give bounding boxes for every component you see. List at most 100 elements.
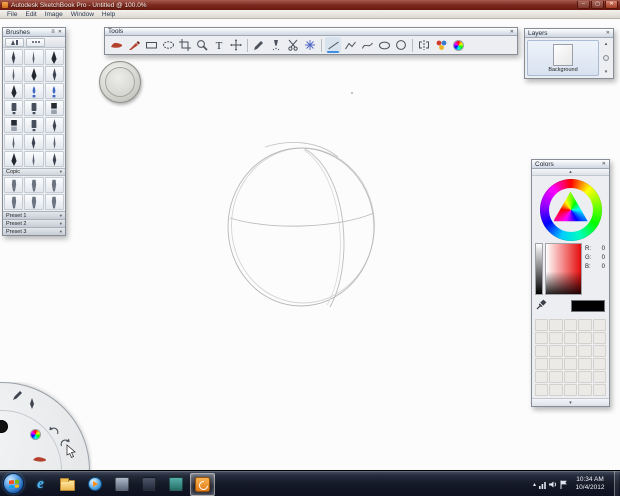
color-swatch[interactable] (592, 319, 606, 331)
color-wheel-tool[interactable] (450, 37, 466, 53)
crop-tool[interactable] (177, 37, 193, 53)
corner-red-stroke-icon[interactable] (32, 455, 48, 463)
polyline-tool[interactable] (342, 37, 358, 53)
brush-chip-icon[interactable] (44, 100, 64, 116)
panel-close-icon[interactable]: ✕ (510, 28, 514, 36)
menu-file[interactable]: File (3, 10, 21, 19)
preset-header-2[interactable]: Preset 2 ▾ (3, 219, 65, 227)
brush-pencil-icon[interactable] (44, 134, 64, 150)
ellipse-tool[interactable] (376, 37, 392, 53)
airbrush-tool[interactable] (268, 37, 284, 53)
brush-stamp-icon[interactable] (24, 117, 44, 133)
color-swatch[interactable] (535, 358, 549, 370)
brush-pen-icon[interactable] (44, 117, 64, 133)
brush-marker-icon[interactable] (4, 177, 24, 193)
color-swatch[interactable] (535, 345, 549, 357)
taskbar-app-2[interactable] (136, 473, 161, 496)
close-button[interactable]: ✕ (605, 1, 618, 9)
layers-scroll-down-icon[interactable]: ▾ (605, 69, 608, 75)
color-swatch[interactable] (535, 384, 549, 396)
minimize-button[interactable]: – (577, 1, 590, 9)
brush-drop-icon[interactable] (24, 83, 44, 99)
brush-pencil-icon[interactable] (4, 66, 24, 82)
taskbar-clock[interactable]: 10:34 AM 10/4/2012 (571, 476, 609, 493)
brush-pen-icon[interactable] (44, 151, 64, 167)
color-swatch[interactable] (563, 358, 578, 370)
corner-black-puck[interactable] (0, 420, 8, 433)
colors-panel-titlebar[interactable]: Colors ✕ (532, 160, 609, 169)
layers-panel-titlebar[interactable]: Layers ✕ (525, 29, 613, 38)
cut-tool[interactable] (285, 37, 301, 53)
taskbar-media-player[interactable] (82, 473, 107, 496)
colors-scroll-up[interactable]: ▴ (532, 169, 609, 176)
preset-header-1[interactable]: Preset 1 ▾ (3, 211, 65, 219)
color-swatch[interactable] (535, 371, 549, 383)
brush-marker-icon[interactable] (44, 177, 64, 193)
panel-close-icon[interactable]: ✕ (602, 160, 606, 168)
drawing-canvas[interactable] (0, 19, 620, 470)
color-swatch[interactable] (549, 345, 563, 357)
layer-opacity-knob[interactable] (603, 55, 609, 61)
circle-tool[interactable] (393, 37, 409, 53)
color-swatch[interactable] (563, 371, 578, 383)
tools-panel-titlebar[interactable]: Tools ✕ (105, 28, 517, 36)
swatches-tool[interactable] (433, 37, 449, 53)
color-swatch[interactable] (578, 332, 592, 344)
color-swatch[interactable] (563, 345, 578, 357)
color-swatch[interactable] (563, 319, 578, 331)
corner-color-wheel-icon[interactable] (30, 429, 41, 440)
menu-help[interactable]: Help (98, 10, 119, 19)
brush-pen-icon[interactable] (4, 49, 24, 65)
color-swatch[interactable] (592, 345, 606, 357)
curve-tool[interactable] (359, 37, 375, 53)
brush-options-icon[interactable] (26, 37, 45, 47)
zoom-tool[interactable] (194, 37, 210, 53)
menu-image[interactable]: Image (41, 10, 67, 19)
brush-pencil-icon[interactable] (24, 49, 44, 65)
volume-icon[interactable] (549, 480, 558, 489)
color-swatch[interactable] (549, 332, 563, 344)
brush-ink-icon[interactable] (4, 151, 24, 167)
color-swatch[interactable] (578, 358, 592, 370)
color-swatch[interactable] (578, 345, 592, 357)
show-desktop-button[interactable] (614, 471, 619, 496)
pencil-tool[interactable] (251, 37, 267, 53)
saturation-square[interactable] (545, 243, 582, 295)
brush-marker-icon[interactable] (4, 194, 24, 210)
preset-header-3[interactable]: Preset 3 ▾ (3, 227, 65, 235)
brush-pencil-icon[interactable] (24, 151, 44, 167)
panel-menu-icon[interactable]: ≡ (51, 28, 55, 36)
titlebar[interactable]: Autodesk SketchBook Pro - Untitled @ 100… (0, 0, 620, 10)
taskbar-sketchbook[interactable] (190, 472, 215, 496)
brush-ink-icon[interactable] (4, 83, 24, 99)
symmetry-tool[interactable] (302, 37, 318, 53)
taskbar-app-3[interactable] (163, 473, 188, 496)
brush-pen-icon[interactable] (44, 66, 64, 82)
brush-marker-icon[interactable] (24, 177, 44, 193)
menu-edit[interactable]: Edit (21, 10, 40, 19)
layers-scroll-up-icon[interactable]: ▴ (605, 41, 608, 47)
color-swatch[interactable] (592, 332, 606, 344)
colors-scroll-down[interactable]: ▾ (532, 398, 609, 406)
layer-item[interactable]: Background (527, 40, 599, 76)
copic-section-header[interactable]: Copic ▾ (3, 168, 65, 176)
move-tool[interactable] (228, 37, 244, 53)
marker-tool[interactable] (126, 37, 142, 53)
color-swatch[interactable] (549, 371, 563, 383)
color-swatch[interactable] (563, 384, 578, 396)
brush-chip-icon[interactable] (4, 117, 24, 133)
brush-puck[interactable] (99, 61, 141, 103)
mirror-tool[interactable] (416, 37, 432, 53)
taskbar-windows-explorer[interactable] (55, 473, 80, 496)
eyedropper-icon[interactable] (536, 297, 547, 315)
brush-marker-icon[interactable] (24, 194, 44, 210)
maximize-button[interactable]: ▢ (591, 1, 604, 9)
panel-close-icon[interactable]: ✕ (606, 29, 610, 37)
brush-ink-icon[interactable] (24, 66, 44, 82)
brushes-panel-titlebar[interactable]: Brushes ≡ ✕ (3, 28, 65, 37)
brush-library-icon[interactable] (5, 37, 24, 47)
color-swatch[interactable] (535, 332, 549, 344)
taskbar-internet-explorer[interactable]: e (28, 473, 53, 496)
color-swatch[interactable] (563, 332, 578, 344)
brush-pen-icon[interactable] (24, 134, 44, 150)
